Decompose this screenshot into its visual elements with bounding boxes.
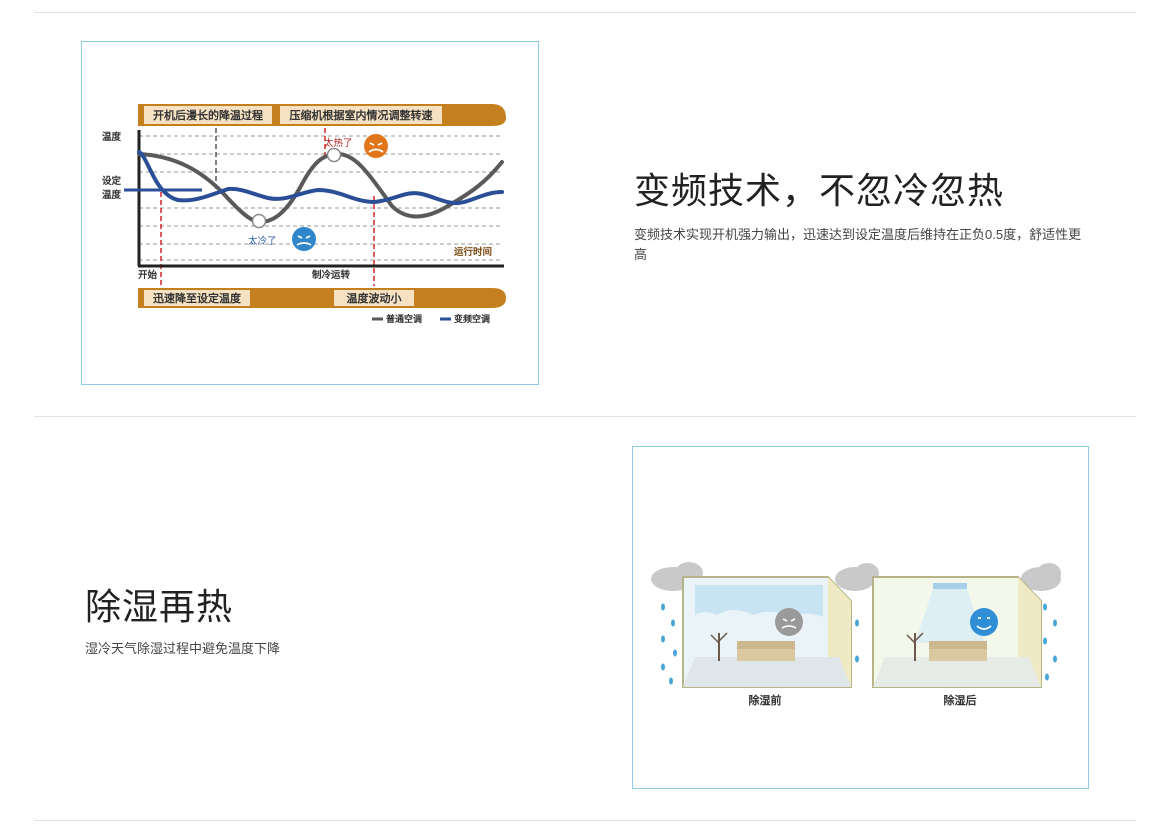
peak-marker [326,147,342,163]
label-after: 除湿后 [944,693,977,707]
hot-face-icon [364,134,388,158]
x-label-runtime: 运行时间 [454,246,492,258]
y-label-set-2: 温度 [102,189,122,201]
room-after [872,576,1042,688]
dehumidify-description: 湿冷天气除湿过程中避免温度下降 [85,641,281,656]
header-right-text: 压缩机根据室内情况调整转速 [290,108,433,122]
header-left-text: 开机后漫长的降温过程 [153,108,263,122]
dehumidify-illustration: 除湿前 除湿后 [651,562,1061,707]
normal-ac-curve [137,151,504,225]
x-label-cooling: 制冷运转 [312,269,351,281]
divider-top [34,12,1136,13]
inverter-title: 变频技术，不忽冷忽热 [634,171,1005,212]
trough-marker [251,213,267,229]
divider-bottom [34,820,1136,821]
label-too-hot: 太热了 [324,137,353,149]
sad-face-icon [775,608,803,636]
footer-left-text: 迅速降至设定温度 [153,291,242,305]
inverter-chart-frame: 开机后漫长的降温过程 压缩机根据室内情况调整转速 温度 设定 温度 开始 制冷运… [81,41,539,385]
y-label-temperature: 温度 [102,131,122,143]
footer-right-text: 温度波动小 [347,291,402,305]
inverter-description: 变频技术实现开机强力输出，迅速达到设定温度后维持在正负0.5度，舒适性更高 [634,227,1082,262]
dehumidify-title: 除湿再热 [85,587,234,628]
y-label-set-1: 设定 [102,175,122,187]
label-before: 除湿前 [749,693,782,707]
inverter-temperature-diagram: 开机后漫长的降温过程 压缩机根据室内情况调整转速 温度 设定 温度 开始 制冷运… [102,104,506,325]
cold-face-icon [292,227,316,251]
happy-face-icon [970,608,998,636]
room-before [682,576,852,688]
label-too-cold: 太冷了 [248,235,277,247]
dehumidify-illustration-frame: 除湿前 除湿后 [632,446,1089,789]
legend-inverter-label: 变频空调 [454,313,490,325]
divider-middle [34,416,1136,417]
x-label-start: 开始 [138,269,158,281]
red-markers [160,128,375,286]
legend-normal-label: 普通空调 [386,313,422,325]
